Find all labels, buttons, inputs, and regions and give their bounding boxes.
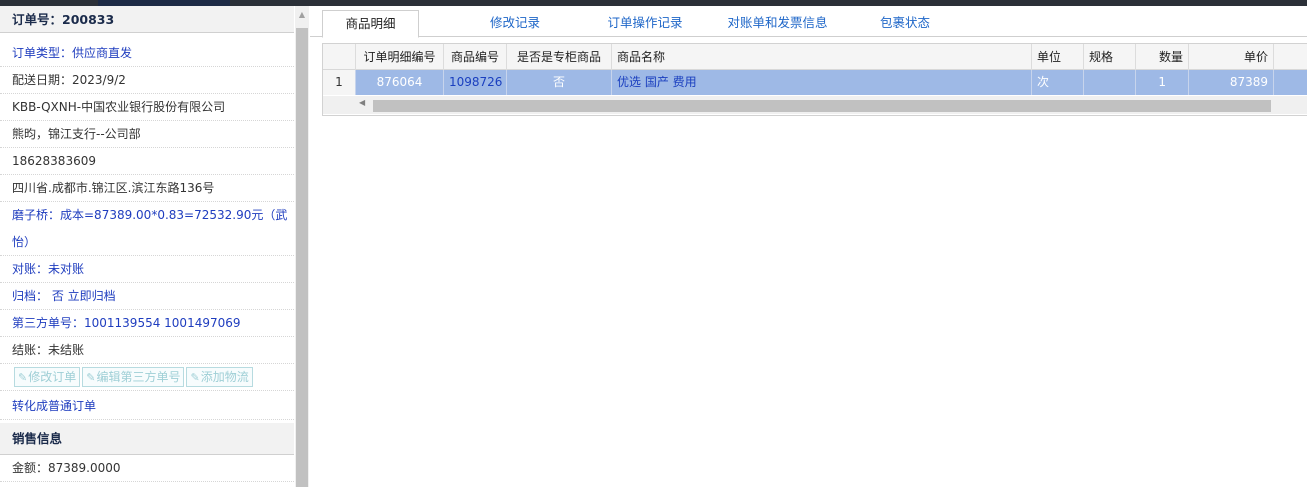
product-table: 订单明细编号 商品编号 是否是专柜商品 商品名称 单位 规格 数量 单价 1 8… <box>322 43 1307 116</box>
col-is-counter[interactable]: 是否是专柜商品 <box>507 44 612 70</box>
table-row[interactable]: 1 876064 1098726 否 优选 国产 费用 次 1 87389 <box>323 70 1307 95</box>
tab-product-detail[interactable]: 商品明细 <box>322 10 419 38</box>
left-scrollbar[interactable]: ▲ <box>295 6 309 487</box>
col-qty[interactable]: 数量 <box>1136 44 1189 70</box>
amount: 金额：87389.0000 <box>0 455 294 482</box>
col-detail-no[interactable]: 订单明细编号 <box>356 44 444 70</box>
cell-qty: 1 <box>1136 70 1189 95</box>
tab-change-log[interactable]: 修改记录 <box>470 10 560 37</box>
cell-product-name[interactable]: 优选 国产 费用 <box>612 70 1032 95</box>
sales-info-header: 销售信息 <box>0 423 294 455</box>
edit-icon: ✎ <box>190 371 200 384</box>
edit-third-party-button[interactable]: ✎编辑第三方单号 <box>82 367 185 387</box>
col-filler <box>1274 44 1307 70</box>
scroll-left-icon[interactable]: ◀ <box>359 98 365 107</box>
company-name: KBB-QXNH-中国农业银行股份有限公司 <box>0 94 294 121</box>
cell-filler <box>1274 70 1307 95</box>
add-logistics-button[interactable]: ✎添加物流 <box>186 367 253 387</box>
settle-status: 结账：未结账 <box>0 337 294 364</box>
tab-bar: 商品明细 修改记录 订单操作记录 对账单和发票信息 包裹状态 <box>310 6 1307 38</box>
col-index <box>323 44 356 70</box>
tab-package-status[interactable]: 包裹状态 <box>865 10 945 37</box>
cell-price: 87389 <box>1189 70 1274 95</box>
cell-unit: 次 <box>1032 70 1084 95</box>
cost-note: 磨子桥：成本=87389.00*0.83=72532.90元（武怡） <box>0 202 294 256</box>
col-product-name[interactable]: 商品名称 <box>612 44 1032 70</box>
action-buttons: ✎修改订单 ✎编辑第三方单号 ✎添加物流 <box>0 364 294 391</box>
convert-order-link[interactable]: 转化成普通订单 <box>0 393 294 420</box>
archive-status[interactable]: 归档： 否 立即归档 <box>0 283 294 310</box>
contact-person: 熊昀，锦江支行--公司部 <box>0 121 294 148</box>
row-index: 1 <box>323 70 356 95</box>
detail-panel: 商品明细 修改记录 订单操作记录 对账单和发票信息 包裹状态 订单明细编号 商品… <box>310 6 1307 487</box>
table-header: 订单明细编号 商品编号 是否是专柜商品 商品名称 单位 规格 数量 单价 <box>323 44 1307 70</box>
edit-icon: ✎ <box>18 371 28 384</box>
cell-is-counter: 否 <box>507 70 612 95</box>
edit-order-button[interactable]: ✎修改订单 <box>14 367 81 387</box>
horizontal-scroll-thumb[interactable] <box>373 100 1271 112</box>
col-product-no[interactable]: 商品编号 <box>444 44 507 70</box>
scroll-thumb[interactable] <box>296 28 308 487</box>
third-party-numbers: 第三方单号：1001139554 1001497069 <box>0 310 294 337</box>
phone-number: 18628383609 <box>0 148 294 175</box>
address: 四川省.成都市.锦江区.滨江东路136号 <box>0 175 294 202</box>
edit-icon: ✎ <box>86 371 96 384</box>
col-unit[interactable]: 单位 <box>1032 44 1084 70</box>
table-horizontal-scrollbar[interactable]: ◀ <box>323 96 1307 114</box>
tab-operation-log[interactable]: 订单操作记录 <box>595 10 695 37</box>
cell-product-no[interactable]: 1098726 <box>444 70 507 95</box>
order-number: 订单号：200833 <box>0 6 294 33</box>
order-info-panel: 订单号：200833 订单类型：供应商直发 配送日期：2023/9/2 KBB-… <box>0 6 309 487</box>
cell-spec <box>1084 70 1136 95</box>
cell-detail-no: 876064 <box>356 70 444 95</box>
order-type: 订单类型：供应商直发 <box>0 40 294 67</box>
ship-date: 配送日期：2023/9/2 <box>0 67 294 94</box>
col-price[interactable]: 单价 <box>1189 44 1274 70</box>
scroll-up-icon[interactable]: ▲ <box>295 8 309 22</box>
tab-statement-invoice[interactable]: 对账单和发票信息 <box>715 10 840 37</box>
reconcile-status: 对账：未对账 <box>0 256 294 283</box>
col-spec[interactable]: 规格 <box>1084 44 1136 70</box>
